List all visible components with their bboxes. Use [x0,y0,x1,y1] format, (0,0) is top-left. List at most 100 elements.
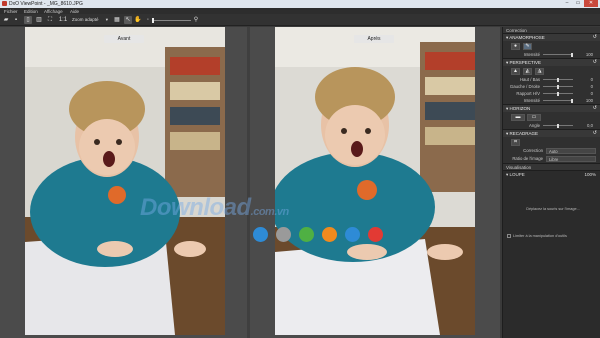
fit-screen-icon[interactable]: ⛶ [46,16,54,24]
recadrage-title[interactable]: ▾ RECADRAGE ↺ [503,130,600,137]
loupe-title-text: LOUPE [509,172,525,177]
perspective-row-value[interactable]: 0 [581,90,593,97]
split-view-icon[interactable]: ▥ [35,16,43,24]
hand-icon[interactable]: ✋ [134,16,142,24]
visualisation-header: Visualisation [503,164,600,171]
perspective-slider-handle[interactable] [557,84,559,89]
perspective-vertical-icon[interactable]: ◭ [523,68,532,75]
zoom-slider-handle[interactable] [152,18,154,23]
anamorphose-section: ▾ ANAMORPHOSE ↺ ● ✎ Intensité 100 [503,34,600,59]
angle-slider-handle[interactable] [557,123,559,128]
save-icon[interactable]: ▪ [12,16,20,24]
menu-help[interactable]: Aide [70,9,79,14]
reset-icon[interactable]: ↺ [593,130,597,137]
watermark-dot [276,227,291,242]
loupe-section: ▾ LOUPE 100% Déplacez la souris sur l'im… [503,171,600,241]
intensity-slider-handle[interactable] [571,52,573,57]
perspective-row-label: Haut / Bas [519,77,540,82]
perspective-row: Rapport H/V 0 [503,90,600,97]
recadrage-section: ▾ RECADRAGE ↺ ⌗ Correction Auto Ratio de… [503,130,600,164]
anamorphose-title[interactable]: ▾ ANAMORPHOSE ↺ [503,34,600,41]
zoom-one-to-one[interactable]: 1:1 [57,16,69,24]
maximize-button[interactable]: ▭ [573,0,583,7]
horizon-title-text: HORIZON [509,106,531,111]
perspective-title[interactable]: ▾ PERSPECTIVE ↺ [503,59,600,66]
perspective-slider-handle[interactable] [557,91,559,96]
checkbox-icon[interactable] [507,234,511,238]
loupe-limit-label: Limiter à la manipulation d'outils [513,234,567,238]
minimize-button[interactable]: – [562,0,572,7]
perspective-auto-icon[interactable]: ▲ [511,68,520,75]
menu-view[interactable]: Affichage [44,9,63,14]
person-icon[interactable]: ● [511,43,520,50]
reset-icon[interactable]: ↺ [593,105,597,112]
single-view-icon[interactable]: ▯ [24,16,32,24]
watermark-dot [322,227,337,242]
crop-ratio-select[interactable]: Libre [546,156,596,162]
horizon-auto-icon[interactable]: ▭ [527,114,541,121]
perspective-slider[interactable] [543,100,573,101]
grid-icon[interactable]: ▦ [113,16,121,24]
watermark-dot [253,227,268,242]
horizon-mode-buttons: ▬ ▭ [503,112,600,122]
after-label: Après [354,35,394,43]
reset-icon[interactable]: ↺ [593,34,597,41]
open-folder-icon[interactable]: ▰ [2,16,10,24]
horizon-title[interactable]: ▾ HORIZON ↺ [503,105,600,112]
horizon-level-icon[interactable]: ▬ [511,114,525,121]
before-photo [25,27,225,335]
pen-icon[interactable]: ✎ [523,43,532,50]
after-photo [275,27,475,335]
anamorphose-title-text: ANAMORPHOSE [509,35,545,40]
zoom-in-icon[interactable]: ⚲ [192,16,200,24]
cursor-icon[interactable]: ↖ [124,16,132,24]
angle-value[interactable]: 0,0 [581,122,593,129]
recadrage-title-text: RECADRAGE [509,131,539,136]
angle-label: Angle [529,123,540,128]
perspective-row-value[interactable]: 100 [581,97,593,104]
perspective-slider-handle[interactable] [571,98,573,103]
menu-file[interactable]: Fichier [4,9,18,14]
perspective-slider-handle[interactable] [557,77,559,82]
zoom-select[interactable]: Zoom adapté ▾ [72,16,108,24]
chevron-down-icon: ▾ [105,17,108,22]
toolbar: ▰ ▪ ▯ ▥ ⛶ 1:1 Zoom adapté ▾ ▦ ↖ ✋ ◦ ⚲ [0,14,600,26]
anamorphose-intensity-row: Intensité 100 [503,51,600,58]
anamorphose-mode-buttons: ● ✎ [503,41,600,51]
loupe-zoom[interactable]: 100% [584,171,596,178]
intensity-value[interactable]: 100 [581,51,593,58]
window-controls: – ▭ ✕ [562,0,598,8]
watermark-dots [253,227,383,242]
perspective-row-value[interactable]: 0 [581,76,593,83]
perspective-horizontal-icon[interactable]: ◮ [535,68,544,75]
watermark-text: Download [140,194,251,221]
close-button[interactable]: ✕ [584,0,598,7]
loupe-limit-checkbox[interactable]: Limiter à la manipulation d'outils [507,234,567,238]
loupe-title[interactable]: ▾ LOUPE 100% [503,171,600,178]
crop-correction-label: Correction [523,148,543,153]
perspective-mode-buttons: ▲ ◭ ◮ [503,66,600,76]
perspective-row-label: Gauche / Droite [509,84,540,89]
zoom-slider[interactable] [153,20,191,21]
crop-icon[interactable]: ⌗ [511,139,520,146]
crop-correction-select[interactable]: Auto [546,148,596,154]
perspective-title-text: PERSPECTIVE [509,60,542,65]
reset-icon[interactable]: ↺ [593,59,597,66]
after-image[interactable] [275,27,475,335]
app-icon [2,1,7,6]
before-image[interactable] [25,27,225,335]
perspective-row-value[interactable]: 0 [581,83,593,90]
menu-edit[interactable]: Edition [24,9,38,14]
crop-ratio-row: Ratio de l'image Libre [503,155,600,163]
zoom-out-icon[interactable]: ◦ [144,16,152,24]
intensity-slider[interactable] [543,54,573,55]
watermark-dot [299,227,314,242]
split-divider[interactable] [247,27,250,338]
perspective-row: Gauche / Droite 0 [503,83,600,90]
crop-ratio-label: Ratio de l'image [512,156,543,161]
window-title: DxO ViewPoint - _MG_8610.JPG [9,1,83,7]
watermark: Download.com.vn [140,194,289,222]
perspective-row-label: Intensité [523,98,540,103]
panel-header: Correction [503,27,600,34]
crop-mode-buttons: ⌗ [503,137,600,147]
